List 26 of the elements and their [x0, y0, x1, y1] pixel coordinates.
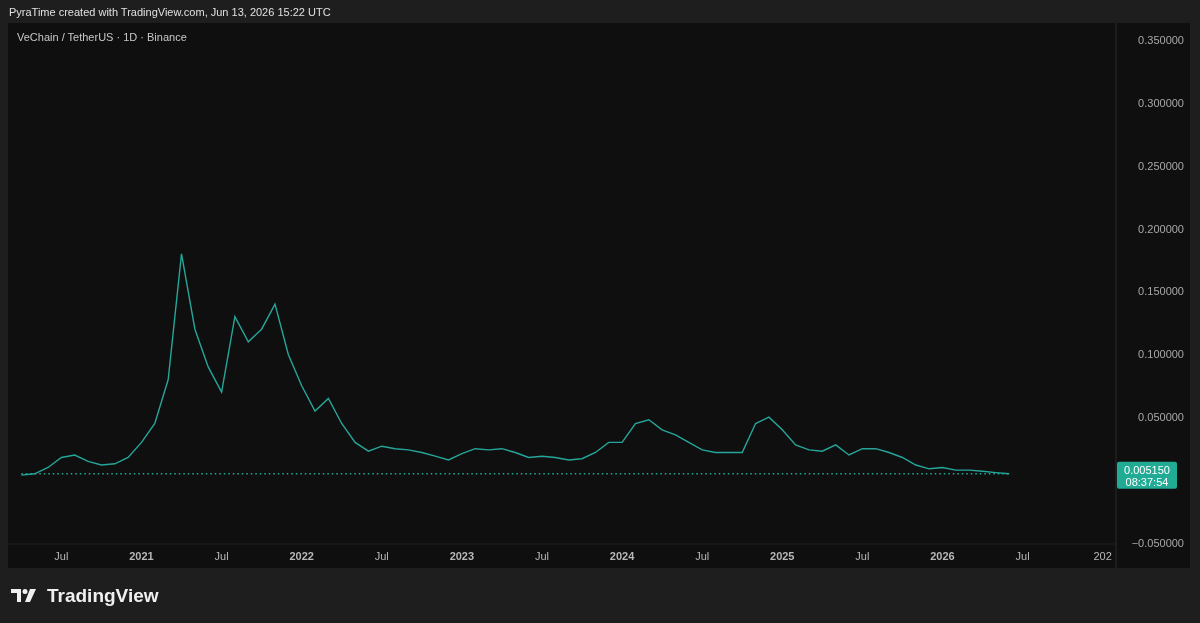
- price-tick-label: 0.050000: [1138, 411, 1184, 424]
- price-tick-label: 0.250000: [1138, 159, 1184, 172]
- caption: PyraTime created with TradingView.com, Jun 13, 2026 15:22 UTC: [9, 5, 331, 18]
- time-tick-label: Jul: [54, 550, 69, 562]
- time-tick-label: Jul: [695, 550, 710, 562]
- logo-wordmark: TradingView: [47, 585, 159, 607]
- time-tick-label: 2022: [289, 550, 314, 562]
- time-tick-label: Jul: [534, 550, 549, 562]
- price-tick-label: 0.350000: [1138, 34, 1184, 46]
- time-tick-label: 2025: [770, 550, 795, 562]
- price-tick-label: 0.300000: [1138, 96, 1184, 109]
- time-tick-label: Jul: [855, 550, 870, 562]
- time-tick-label: 2021: [129, 550, 154, 562]
- price-tick-label: 0.150000: [1138, 285, 1184, 298]
- time-tick-label: Jul: [1015, 550, 1030, 562]
- time-tick-label: 202: [1093, 550, 1112, 562]
- time-tick-label: 2026: [930, 550, 955, 562]
- time-tick-label: 2024: [609, 550, 635, 562]
- price-tick-label: 0.100000: [1138, 348, 1184, 361]
- symbol-title: VeChain / TetherUS · 1D · Binance: [17, 31, 187, 43]
- time-tick-label: 2023: [449, 550, 475, 562]
- last-price-tag: 0.005150 08:37:54: [1117, 461, 1177, 489]
- time-tick-label: Jul: [214, 550, 229, 562]
- price-tick-label: −0.050000: [1131, 537, 1184, 549]
- time-tick-label: Jul: [374, 550, 389, 562]
- price-tick-label: 0.200000: [1138, 222, 1184, 235]
